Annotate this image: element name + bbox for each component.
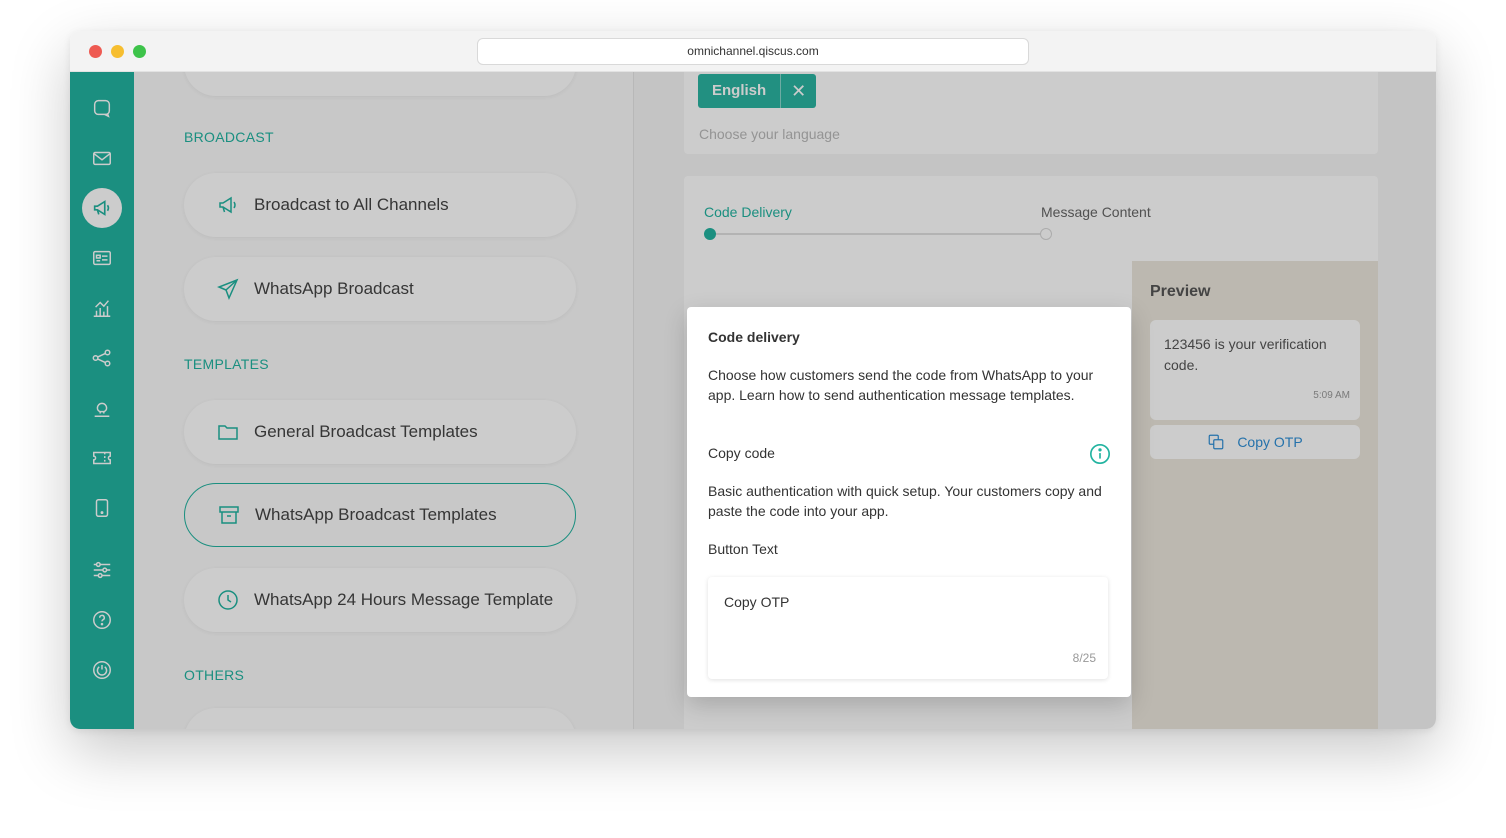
modal-option-title: Copy code	[708, 445, 775, 461]
address-bar[interactable]: omnichannel.qiscus.com	[477, 38, 1029, 65]
button-text-field[interactable]: Copy OTP 8/25	[708, 577, 1108, 679]
browser-window: omnichannel.qiscus.com BROADCAST Broadca…	[70, 31, 1436, 729]
code-delivery-modal: Code delivery Choose how customers send …	[687, 307, 1131, 697]
modal-title: Code delivery	[708, 329, 800, 345]
info-icon[interactable]	[1089, 443, 1111, 465]
app-content: BROADCAST Broadcast to All Channels What…	[70, 72, 1436, 729]
close-window-button[interactable]	[89, 45, 102, 58]
button-text-value[interactable]: Copy OTP	[724, 594, 789, 610]
maximize-window-button[interactable]	[133, 45, 146, 58]
modal-description: Choose how customers send the code from …	[708, 367, 1094, 403]
character-counter: 8/25	[1072, 651, 1096, 665]
modal-option-description: Basic authentication with quick setup. Y…	[708, 483, 1102, 519]
minimize-window-button[interactable]	[111, 45, 124, 58]
button-text-label: Button Text	[708, 541, 778, 557]
browser-titlebar: omnichannel.qiscus.com	[70, 31, 1436, 72]
